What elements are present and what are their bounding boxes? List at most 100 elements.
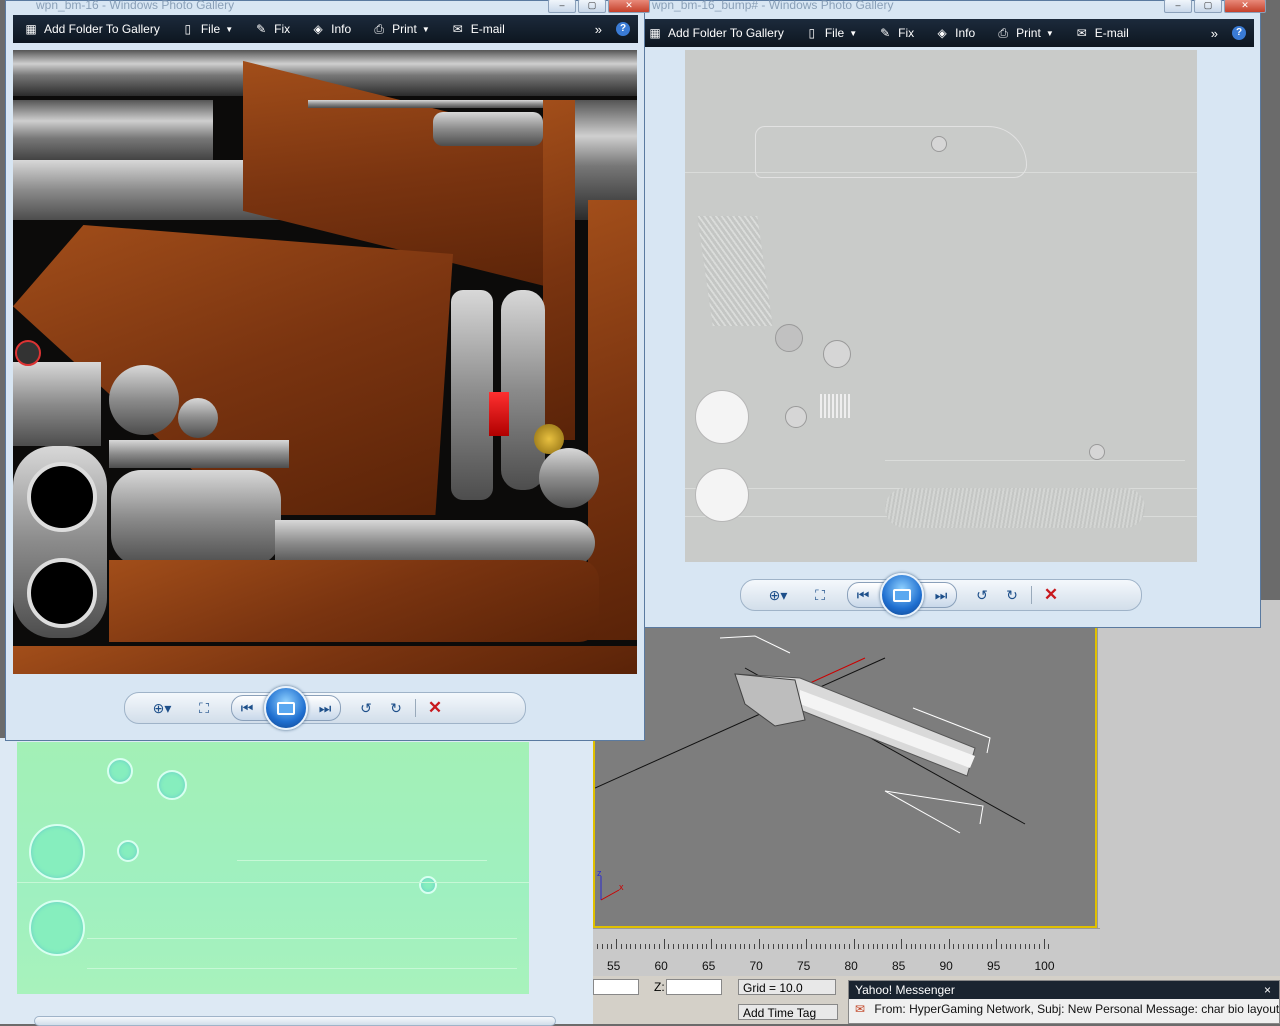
previous-icon[interactable]: ⏮ [232,696,262,720]
info-label: Info [955,26,976,40]
slideshow-button[interactable] [880,573,924,617]
ruler-tick-mark [796,944,798,949]
fit-window-icon[interactable]: ⛶ [189,696,219,720]
ruler-tick-mark [820,944,822,949]
print-menu[interactable]: ⎙ Print ▼ [985,25,1064,41]
more-chevron-icon[interactable]: » [595,22,602,37]
ruler-tick-mark [948,939,950,949]
fix-button[interactable]: ✎ Fix [243,21,300,37]
add-folder-icon: ▦ [25,22,37,36]
delete-icon[interactable]: ✕ [420,696,450,720]
rotate-right-icon[interactable]: ↻ [997,583,1027,607]
toast-close-icon[interactable]: × [1264,981,1271,999]
navigation-group: ⏮ ⏭ [847,573,957,617]
close-button[interactable]: ✕ [1224,0,1266,13]
yahoo-messenger-toast[interactable]: Yahoo! Messenger × ✉ From: HyperGaming N… [848,980,1280,1024]
file-menu[interactable]: ▯ File ▼ [794,25,867,41]
caption-buttons: – ▢ ✕ [1164,0,1266,13]
delete-icon[interactable]: ✕ [1036,583,1066,607]
rotate-left-icon[interactable]: ↺ [967,583,997,607]
target-marker-icon [15,340,41,366]
ruler-tick-mark [801,944,803,949]
info-button[interactable]: ◈ Info [924,25,985,41]
ruler-tick-mark [673,944,674,949]
rotate-left-icon[interactable]: ↺ [351,696,381,720]
ruler-tick-mark [715,944,717,949]
ruler-tick-mark [915,944,917,949]
maximize-button[interactable]: ▢ [578,0,606,13]
selection-bracket [719,635,991,834]
minimize-button[interactable]: – [1164,0,1192,13]
minimize-button[interactable]: – [548,0,576,13]
print-menu[interactable]: ⎙ Print ▼ [361,21,440,37]
ruler-tick-mark [744,944,746,949]
email-button[interactable]: ✉ E-mail [1064,25,1139,41]
info-tag-icon: ◈ [937,26,947,40]
ruler-tick-mark [943,944,945,949]
ruler-tick-mark [782,944,784,949]
ruler-tick-mark [711,939,712,949]
ruler-tick-mark [839,944,841,949]
help-icon[interactable]: ? [616,22,630,36]
coord-y-field[interactable] [593,979,639,995]
toast-message[interactable]: ✉ From: HyperGaming Network, Subj: New P… [855,1002,1279,1016]
printer-icon: ⎙ [998,25,1008,40]
ruler-tick-mark [825,944,826,949]
message-envelope-icon: ✉ [855,1002,866,1016]
time-slider-ruler[interactable]: 55 60 65 70 75 80 85 90 95 100 [593,928,1100,977]
ruler-tick-mark [644,944,646,949]
normal-map-controlbar[interactable] [34,1016,556,1026]
zoom-icon[interactable]: ⊕▾ [763,583,793,607]
bump-map-image [685,50,1197,562]
ruler-tick-mark [639,944,641,949]
help-icon[interactable]: ? [1232,26,1246,40]
ruler-tick-mark [939,944,940,949]
previous-icon[interactable]: ⏮ [848,583,878,607]
shotgun-model[interactable] [734,673,976,777]
ruler-tick-mark [616,939,617,949]
navigation-group: ⏮ ⏭ [231,686,341,730]
fix-icon: ✎ [880,26,891,40]
ruler-tick-mark [896,944,898,949]
ruler-tick-mark [687,944,689,949]
red-cartridge [489,392,509,436]
coord-z-field[interactable] [666,979,722,995]
ruler-tick-mark [886,944,888,949]
ruler-tick-label: 85 [892,959,906,973]
toast-message-text: From: HyperGaming Network, Subj: New Per… [874,1002,1280,1016]
ruler-tick-mark [882,944,883,949]
add-folder-label: Add Folder To Gallery [668,26,784,40]
ruler-tick-mark [682,944,684,949]
ruler-tick-mark [611,944,613,949]
ruler-tick-mark [986,944,988,949]
window-title: wpn_bm-16 - Windows Photo Gallery [36,0,235,12]
window-title: wpn_bm-16_bump# - Windows Photo Gallery [652,0,894,12]
ruler-tick-mark [815,944,817,949]
add-folder-icon: ▦ [649,26,661,40]
caption-buttons: – ▢ ✕ [548,0,650,13]
fix-label: Fix [274,22,291,36]
next-icon[interactable]: ⏭ [926,583,956,607]
actual-size-icon[interactable]: ⛶ [805,583,835,607]
add-folder-button[interactable]: ▦ Add Folder To Gallery [13,21,170,37]
chevron-down-icon: ▼ [225,24,234,34]
add-folder-label: Add Folder To Gallery [44,22,160,36]
next-icon[interactable]: ⏭ [310,696,340,720]
file-menu[interactable]: ▯ File ▼ [170,21,243,37]
email-button[interactable]: ✉ E-mail [440,21,515,37]
add-folder-button[interactable]: ▦ Add Folder To Gallery [645,25,794,41]
add-time-tag-button[interactable]: Add Time Tag [738,1004,838,1020]
rotate-right-icon[interactable]: ↻ [381,696,411,720]
ruler-tick-mark [1043,939,1045,949]
ruler-tick-mark [929,944,931,949]
fix-button[interactable]: ✎ Fix [867,25,924,41]
info-button[interactable]: ◈ Info [300,21,361,37]
more-chevron-icon[interactable]: » [1211,26,1218,41]
maximize-button[interactable]: ▢ [1194,0,1222,13]
close-button[interactable]: ✕ [608,0,650,13]
zoom-icon[interactable]: ⊕▾ [147,696,177,720]
max-perspective-viewport[interactable]: z x [593,626,1097,928]
slideshow-button[interactable] [264,686,308,730]
axis-x-label: x [619,882,624,892]
ruler-tick-mark [777,944,779,949]
